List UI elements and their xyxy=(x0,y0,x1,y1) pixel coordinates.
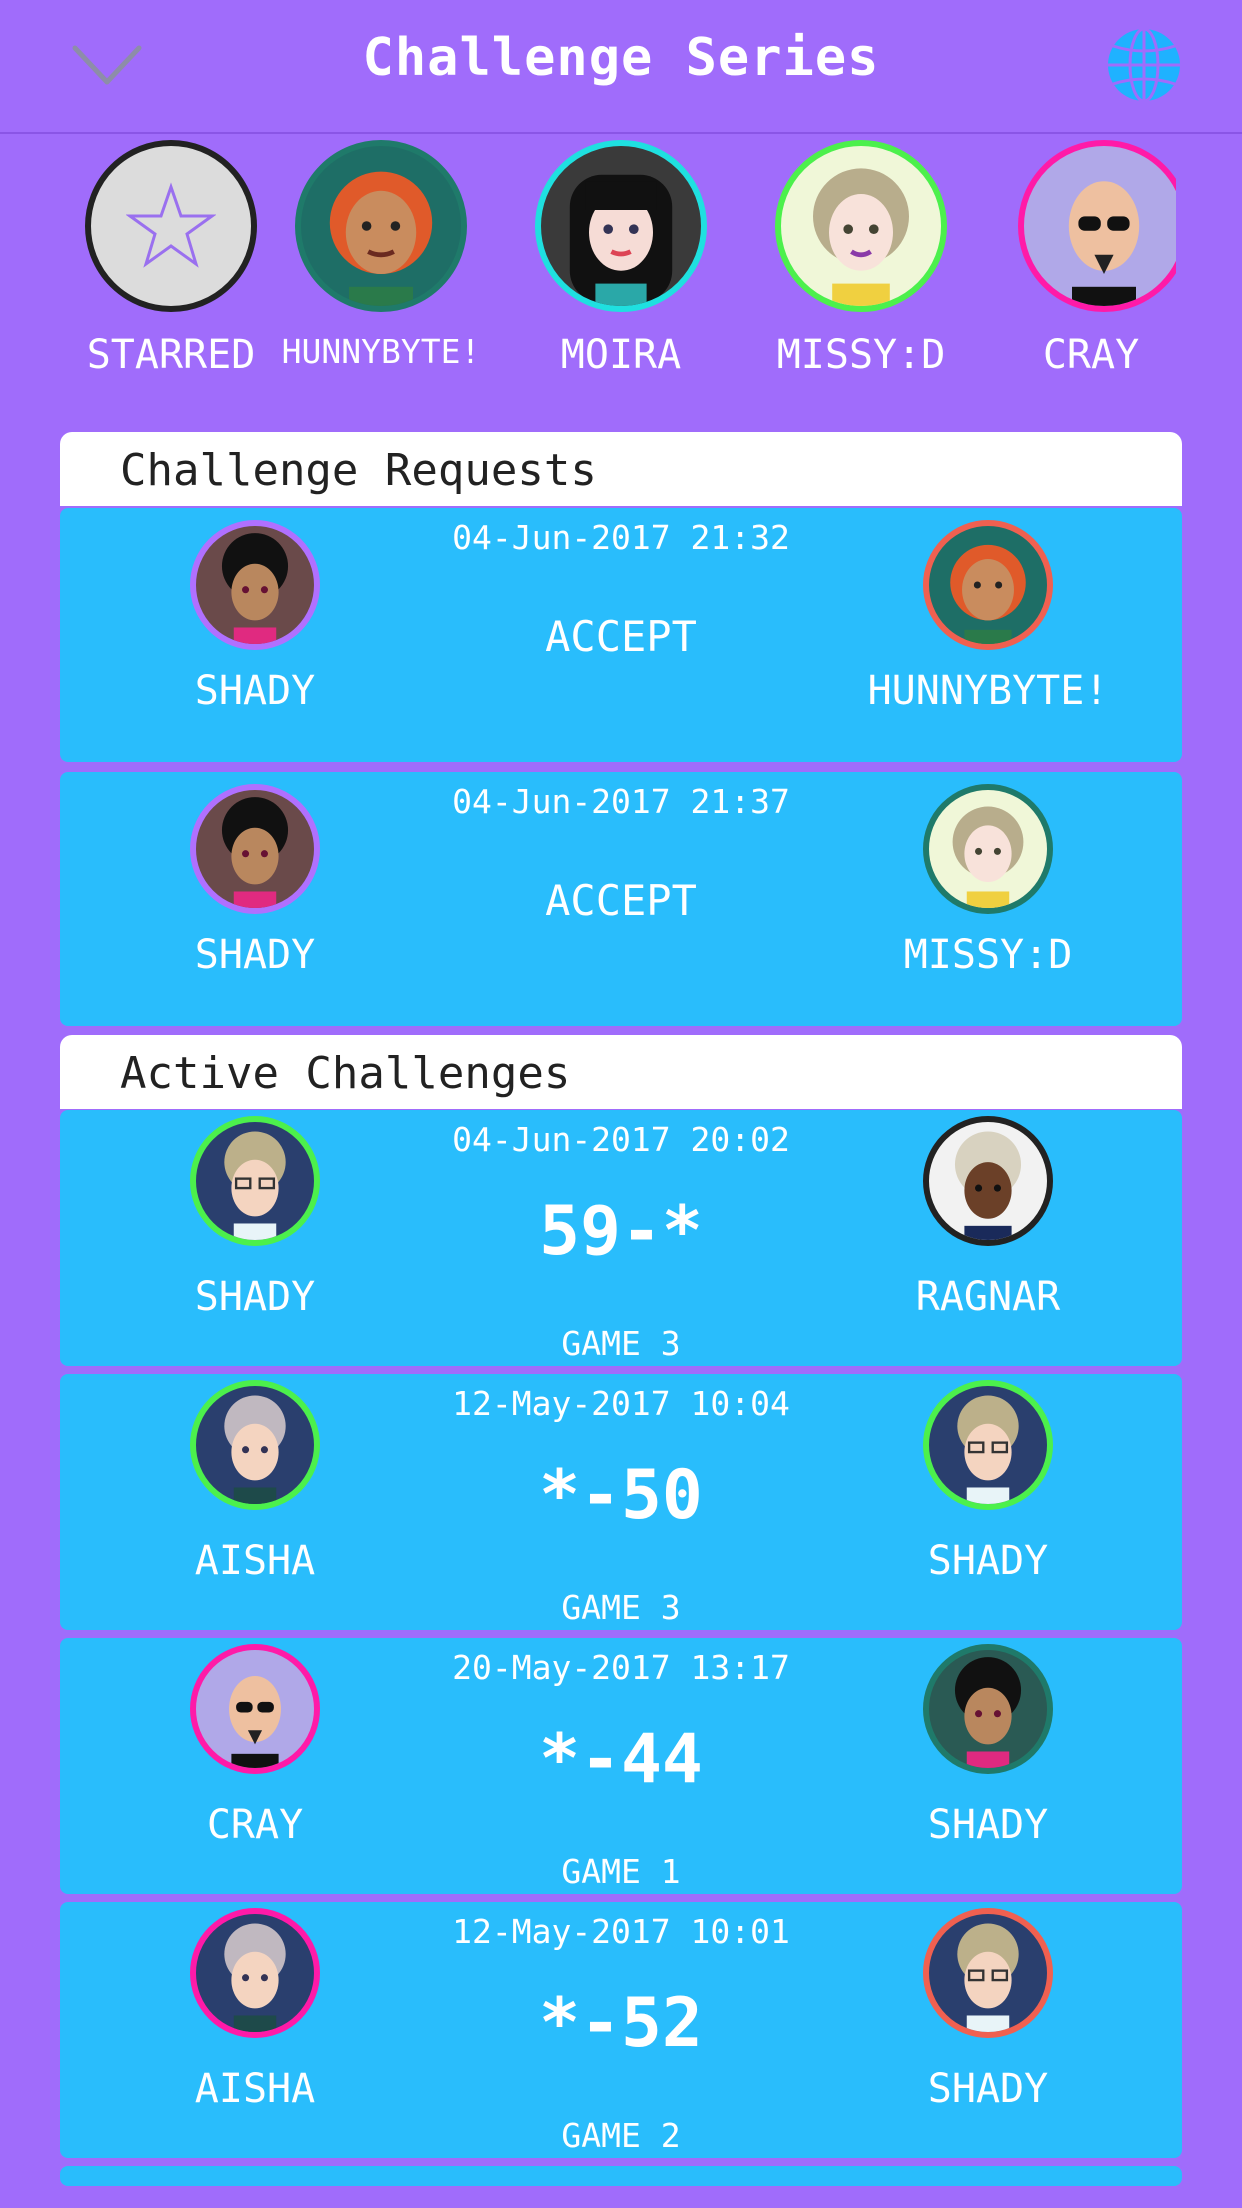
friend-strip: STARRED HUNNYBYTE! MOIRA MISSY:D CRAY xyxy=(0,140,1242,400)
game-number: GAME 2 xyxy=(561,2116,681,2155)
player-name: SHADY xyxy=(927,1538,1049,1584)
requests-heading: Challenge Requests xyxy=(60,432,1182,506)
avatar xyxy=(295,140,467,312)
player-name: RAGNAR xyxy=(915,1274,1061,1320)
game-number: GAME 3 xyxy=(561,1588,681,1627)
player-name: SHADY xyxy=(194,668,316,714)
avatar xyxy=(923,784,1053,914)
game-number: GAME 1 xyxy=(561,1852,681,1891)
avatar xyxy=(923,520,1053,650)
request-card[interactable]: SHADY 04-Jun-2017 21:37 ACCEPT MISSY:D xyxy=(60,772,1182,1026)
globe-button[interactable] xyxy=(1105,26,1183,104)
player-name: SHADY xyxy=(927,2066,1049,2112)
avatar xyxy=(1018,140,1176,312)
active-card[interactable]: AISHA 12-May-2017 10:01 *-52 GAME 2 SHAD… xyxy=(60,1902,1182,2158)
active-card[interactable]: AISHA 12-May-2017 10:04 *-50 GAME 3 SHAD… xyxy=(60,1374,1182,1630)
starred-avatar xyxy=(85,140,257,312)
player-name: AISHA xyxy=(194,1538,316,1584)
player-name: AISHA xyxy=(194,2066,316,2112)
friend-label: STARRED xyxy=(86,332,256,378)
friend-label: HUNNYBYTE! xyxy=(281,332,481,371)
player-name: SHADY xyxy=(927,1802,1049,1848)
avatar xyxy=(923,1644,1053,1774)
active-card[interactable]: CRAY 20-May-2017 13:17 *-44 GAME 1 SHADY xyxy=(60,1638,1182,1894)
avatar xyxy=(923,1380,1053,1510)
active-card-partial[interactable] xyxy=(60,2166,1182,2186)
avatar xyxy=(775,140,947,312)
player-name: MISSY:D xyxy=(903,932,1073,978)
player-name: CRAY xyxy=(206,1802,304,1848)
active-card[interactable]: SHADY 04-Jun-2017 20:02 59-* GAME 3 RAGN… xyxy=(60,1110,1182,1366)
player-name: SHADY xyxy=(194,1274,316,1320)
game-number: GAME 3 xyxy=(561,1324,681,1363)
star-icon xyxy=(126,182,216,268)
friend-hunnybyte[interactable]: HUNNYBYTE! xyxy=(266,140,496,371)
friend-starred[interactable]: STARRED xyxy=(56,140,286,378)
globe-icon xyxy=(1108,27,1180,103)
avatar xyxy=(923,1116,1053,1246)
friend-moira[interactable]: MOIRA xyxy=(506,140,736,378)
friend-missy[interactable]: MISSY:D xyxy=(746,140,976,378)
request-card[interactable]: SHADY 04-Jun-2017 21:32 ACCEPT HUNNYBYTE… xyxy=(60,508,1182,762)
avatar xyxy=(923,1908,1053,2038)
player-name: SHADY xyxy=(194,932,316,978)
friend-label: MOIRA xyxy=(560,332,682,378)
friend-cray[interactable]: CRAY xyxy=(986,140,1176,378)
page-title: Challenge Series xyxy=(362,28,880,88)
friend-label: MISSY:D xyxy=(776,332,946,378)
avatar xyxy=(535,140,707,312)
player-name: HUNNYBYTE! xyxy=(867,668,1109,714)
friend-label: CRAY xyxy=(1042,332,1140,378)
active-heading: Active Challenges xyxy=(60,1035,1182,1109)
top-bar: Challenge Series xyxy=(0,0,1242,134)
